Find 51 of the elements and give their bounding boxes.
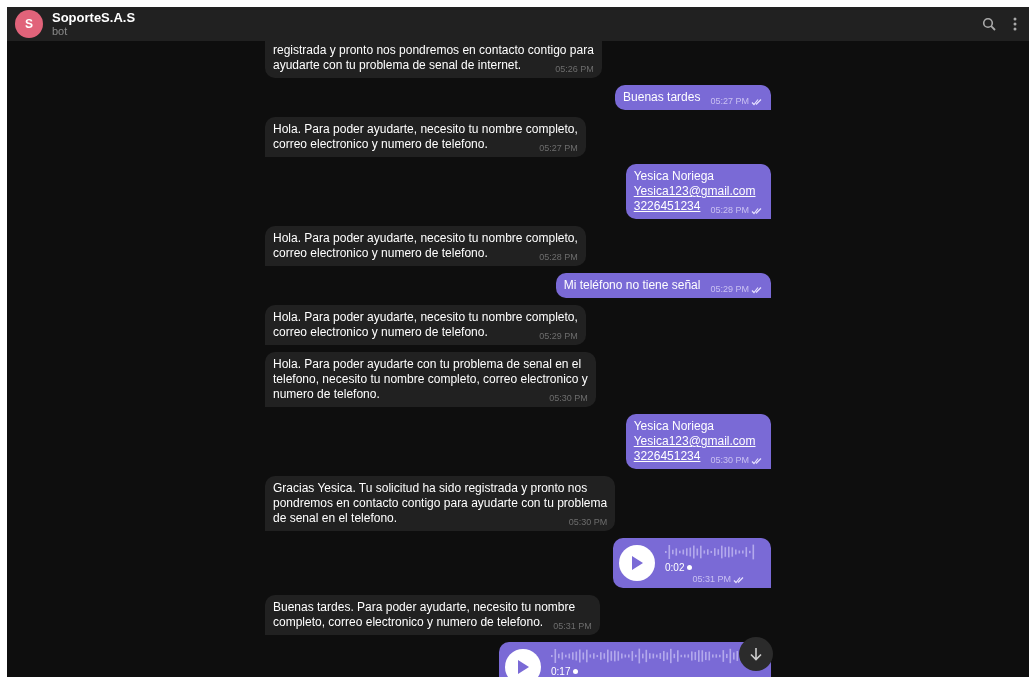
- message-text: Mi teléfono no tiene señal: [563, 278, 701, 293]
- message-link[interactable]: Yesica123@gmail.com: [633, 184, 763, 199]
- search-icon: [982, 17, 996, 31]
- message-text: Hola. Para poder ayudarte, necesito tu nombre completo,: [273, 122, 578, 137]
- message-text: Hola. Para poder ayudarte, necesito tu nombre completo,: [273, 310, 578, 325]
- unplayed-dot: [687, 565, 693, 570]
- message-time: 05:27 PM: [539, 143, 578, 154]
- message-text: Yesica Noriega: [633, 419, 715, 434]
- message-time: 05:27 PM: [710, 96, 749, 107]
- unplayed-dot: [573, 669, 579, 674]
- message-time: 05:30 PM: [568, 517, 608, 528]
- message-time: 05:28 PM: [539, 252, 578, 263]
- message-link[interactable]: 3226451234: [633, 449, 701, 464]
- message-text: Hola. Para poder ayudarte, necesito tu nombre completo,: [273, 231, 578, 246]
- message-time: 05:31 PM: [553, 621, 592, 632]
- message-text: Buenas tardes: [623, 90, 701, 105]
- play-icon: [631, 556, 643, 570]
- play-button[interactable]: [619, 545, 655, 581]
- message-text: correo electronico y numero de telefono.: [273, 246, 488, 261]
- message-text: telefono, necesito tu nombre completo, correo electronico y: [273, 372, 588, 387]
- message-time: 05:29 PM: [710, 284, 749, 295]
- message-text: registrada y pronto nos pondremos en contacto contigo para: [273, 43, 594, 58]
- message-time: 05:28 PM: [710, 205, 749, 216]
- message-text: correo electronico y numero de telefono.: [273, 137, 488, 152]
- message-text: Buenas tardes. Para poder ayudarte, necesito tu nombre: [273, 600, 577, 615]
- message-text: correo electronico y numero de telefono.: [273, 325, 488, 340]
- scroll-down-button[interactable]: [739, 637, 773, 671]
- voice-duration: 0:02: [665, 561, 693, 574]
- message-text: numero de telefono.: [273, 387, 380, 402]
- avatar: S: [15, 10, 43, 38]
- message-link[interactable]: Yesica123@gmail.com: [633, 434, 763, 449]
- message-text: pondremos en contacto contigo para ayudarte con tu problema: [273, 496, 608, 511]
- voice-duration: 0:17: [551, 665, 579, 677]
- message-text: Hola. Para poder ayudarte con tu problema de senal en el: [273, 357, 583, 372]
- message-link[interactable]: 3226451234: [633, 199, 701, 214]
- message-text: Gracias Yesica. Tu solicitud ha sido registrada y pronto nos: [273, 481, 589, 496]
- message-text: ayudarte con tu problema de senal de internet.: [273, 58, 522, 73]
- message-time: 05:30 PM: [549, 393, 588, 404]
- play-button[interactable]: [505, 649, 541, 677]
- message-time: 05:31 PM: [692, 574, 731, 585]
- arrow-down-icon: [749, 647, 763, 661]
- play-icon: [517, 660, 529, 674]
- chat-title: SoporteS.A.S: [52, 10, 137, 25]
- message-time: 05:26 PM: [555, 64, 594, 75]
- message-text: Yesica Noriega: [633, 169, 715, 184]
- message-time: 05:29 PM: [539, 331, 578, 342]
- message-time: 05:30 PM: [710, 455, 749, 466]
- more-icon: [1013, 17, 1017, 31]
- message-text: de senal en el telefono.: [273, 511, 398, 526]
- chat-subtitle: bot: [52, 25, 69, 38]
- message-text: completo, correo electronico y numero de telefono.: [273, 615, 544, 630]
